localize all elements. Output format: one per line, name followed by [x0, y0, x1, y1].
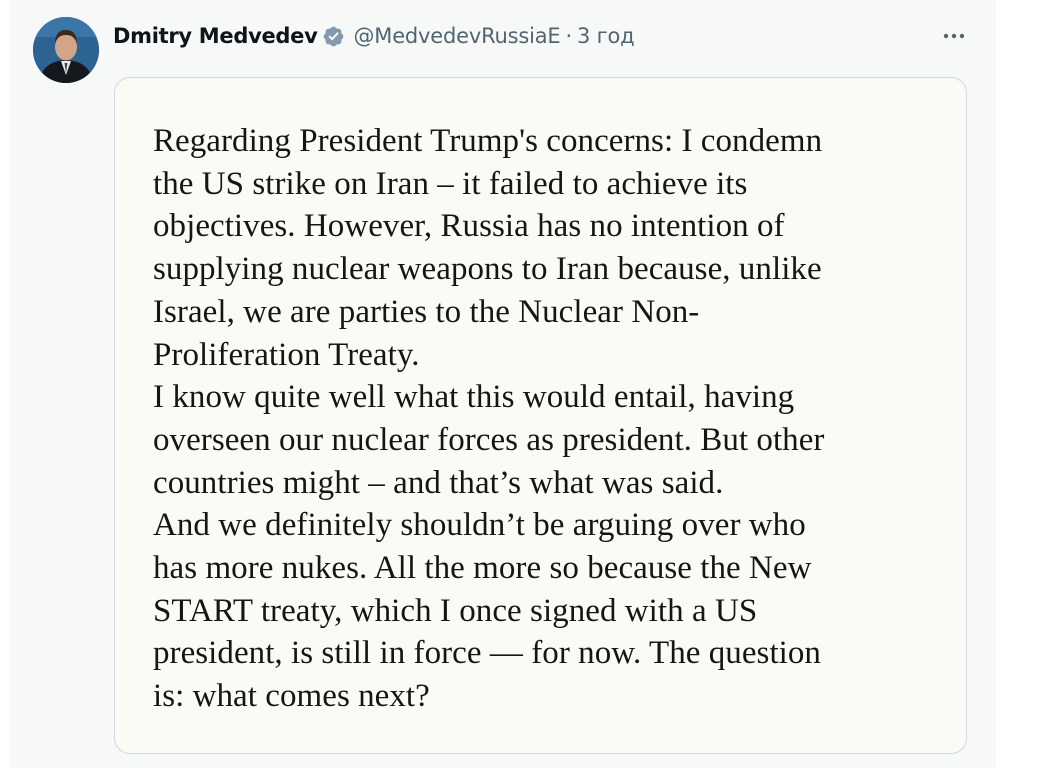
- media-text-line: has more nukes. All the more so because …: [153, 550, 812, 587]
- right-gutter: [996, 0, 1041, 768]
- media-text-line: the US strike on Iran – it failed to ach…: [153, 165, 748, 202]
- media-text-line: overseen our nuclear forces as president…: [153, 421, 825, 458]
- media-text-line: Israel, we are parties to the Nuclear No…: [153, 293, 700, 330]
- tweet-media-image[interactable]: Regarding President Trump's concerns: I …: [114, 77, 967, 754]
- media-text-line: And we definitely shouldn’t be arguing o…: [153, 507, 806, 544]
- author-name[interactable]: Dmitry Medvedev: [113, 20, 318, 52]
- tweet-timestamp[interactable]: 3 год: [577, 20, 635, 52]
- media-text-line: I know quite well what this would entail…: [153, 379, 795, 416]
- avatar-image: [33, 17, 99, 83]
- verified-badge-icon: [322, 25, 345, 48]
- media-text-line: countries might – and that’s what was sa…: [153, 464, 724, 501]
- more-options-button[interactable]: [937, 22, 971, 50]
- media-text-block: Regarding President Trump's concerns: I …: [153, 120, 943, 718]
- separator-dot: ·: [565, 24, 573, 48]
- author-handle[interactable]: @MedvedevRussiaE: [353, 20, 560, 52]
- tweet-header: Dmitry Medvedev @MedvedevRussiaE · 3 год: [113, 20, 635, 52]
- media-text-line: objectives. However, Russia has no inten…: [153, 208, 785, 245]
- media-text-line: START treaty, which I once signed with a…: [153, 592, 758, 629]
- media-text-line: Proliferation Treaty.: [153, 336, 420, 373]
- media-text-line: supplying nuclear weapons to Iran becaus…: [153, 251, 822, 288]
- avatar[interactable]: [33, 17, 99, 83]
- media-text-line: president, is still in force — for now. …: [153, 635, 821, 672]
- media-text-line: Regarding President Trump's concerns: I …: [153, 123, 823, 159]
- more-horizontal-icon: [943, 33, 965, 39]
- tweet-page: Dmitry Medvedev @MedvedevRussiaE · 3 год…: [0, 0, 1041, 768]
- media-text-line: is: what comes next?: [153, 678, 430, 715]
